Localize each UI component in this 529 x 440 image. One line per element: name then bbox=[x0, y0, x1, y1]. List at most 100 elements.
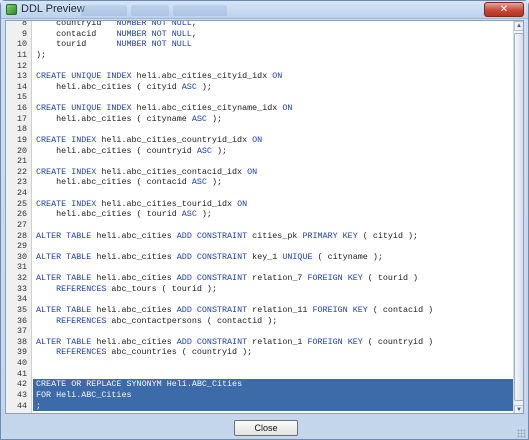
line-number: 31 bbox=[16, 262, 27, 273]
line-number: 36 bbox=[16, 315, 27, 326]
line-number: 21 bbox=[16, 156, 27, 167]
window-close-icon[interactable]: ✕ bbox=[484, 2, 524, 17]
code-line[interactable]: 31 bbox=[6, 262, 514, 273]
code-line[interactable]: 24 bbox=[6, 188, 514, 199]
scroll-up-arrow-icon[interactable]: ▲ bbox=[514, 21, 523, 31]
line-number: 16 bbox=[16, 103, 27, 113]
code-line[interactable]: 34 bbox=[6, 294, 514, 305]
line-code-text: heli.abc_cities ( tourid ASC ); bbox=[56, 209, 212, 220]
line-code-text: contacid NUMBER NOT NULL, bbox=[56, 28, 197, 39]
line-number: 28 bbox=[16, 230, 27, 241]
vertical-scrollbar[interactable]: ▲ ▼ bbox=[513, 21, 523, 413]
line-number: 38 bbox=[16, 336, 27, 347]
line-code-text: ALTER TABLE heli.abc_cities ADD CONSTRAI… bbox=[36, 251, 383, 262]
line-code-text: CREATE UNIQUE INDEX heli.abc_cities_city… bbox=[36, 103, 293, 113]
scroll-down-arrow-icon[interactable]: ▼ bbox=[514, 405, 523, 413]
code-line[interactable]: 25 CREATE INDEX heli.abc_cities_tourid_id… bbox=[6, 199, 514, 210]
code-line[interactable]: 27 bbox=[6, 220, 514, 231]
line-code-text: ALTER TABLE heli.abc_cities ADD CONSTRAI… bbox=[36, 273, 419, 283]
line-number: 27 bbox=[16, 219, 27, 230]
code-line[interactable]: 8 countryid NUMBER NOT NULL, bbox=[6, 21, 514, 29]
code-line[interactable]: 42 CREATE OR REPLACE SYNONYM Heli.ABC_Cit… bbox=[6, 379, 514, 390]
line-code-text: ALTER TABLE heli.abc_cities ADD CONSTRAI… bbox=[36, 230, 419, 241]
code-line[interactable]: 14 heli.abc_cities ( cityid ASC ); bbox=[6, 82, 514, 93]
line-number: 9 bbox=[21, 28, 27, 39]
line-number: 24 bbox=[16, 188, 27, 198]
code-line[interactable]: 43 FOR Heli.ABC_Cities bbox=[6, 389, 514, 401]
code-line[interactable]: 41 bbox=[6, 369, 514, 380]
line-code-text: ); bbox=[36, 49, 47, 60]
code-line[interactable]: 33 REFERENCES abc_tours ( tourid ); bbox=[6, 284, 514, 295]
line-number: 19 bbox=[16, 134, 27, 145]
line-number: 37 bbox=[16, 326, 27, 337]
code-line[interactable]: 44; bbox=[6, 400, 514, 412]
code-line[interactable]: 10 tourid NUMBER NOT NULL bbox=[6, 39, 514, 50]
line-number: 33 bbox=[16, 283, 27, 294]
code-line[interactable]: 29 bbox=[6, 241, 514, 252]
line-code-text: REFERENCES abc_contactpersons ( contacti… bbox=[56, 315, 278, 326]
code-line[interactable]: 26 heli.abc_cities ( tourid ASC ); bbox=[6, 209, 514, 220]
line-number: 35 bbox=[16, 304, 27, 315]
line-number: 32 bbox=[16, 273, 27, 283]
line-code-text: heli.abc_cities ( cityid ASC ); bbox=[56, 81, 212, 92]
code-line[interactable]: 38 ALTER TABLE heli.abc_cities ADD CONSTR… bbox=[6, 337, 514, 348]
line-code-text: FOR Heli.ABC_Cities bbox=[36, 389, 132, 400]
dialog-footer: Close bbox=[1, 415, 528, 440]
code-line[interactable]: 13 CREATE UNIQUE INDEX heli.abc_cities_ci… bbox=[6, 71, 514, 82]
line-number: 20 bbox=[16, 145, 27, 156]
line-code-text: CREATE OR REPLACE SYNONYM Heli.ABC_Citie… bbox=[36, 379, 243, 390]
line-number: 40 bbox=[16, 358, 27, 368]
code-line[interactable]: 20 heli.abc_cities ( countryid ASC ); bbox=[6, 146, 514, 157]
line-code-text: ; bbox=[36, 400, 42, 411]
line-number: 26 bbox=[16, 209, 27, 220]
code-line[interactable]: 18 bbox=[6, 124, 514, 135]
app-icon bbox=[6, 4, 17, 15]
line-code-text: CREATE INDEX heli.abc_cities_contacid_id… bbox=[36, 166, 258, 177]
line-code-text: CREATE INDEX heli.abc_cities_countryid_i… bbox=[36, 134, 263, 145]
line-code-text: heli.abc_cities ( countryid ASC ); bbox=[56, 145, 228, 156]
code-line[interactable]: 37 bbox=[6, 326, 514, 337]
code-line[interactable]: 12 bbox=[6, 61, 514, 72]
line-number: 17 bbox=[16, 113, 27, 124]
line-code-text: heli.abc_cities ( cityname ASC ); bbox=[56, 113, 223, 124]
ddl-preview-window: DDL Preview ✕ 8 countryid NUMBER NOT NUL… bbox=[0, 0, 529, 440]
code-lines: 8 countryid NUMBER NOT NULL, 9 contacid N… bbox=[6, 21, 514, 412]
code-line[interactable]: 28 ALTER TABLE heli.abc_cities ADD CONSTR… bbox=[6, 231, 514, 242]
line-code-text: CREATE INDEX heli.abc_cities_tourid_idx … bbox=[36, 198, 248, 209]
line-number: 13 bbox=[16, 71, 27, 82]
title-bar[interactable]: DDL Preview ✕ bbox=[1, 1, 528, 19]
line-number: 42 bbox=[6, 379, 30, 390]
code-line[interactable]: 11); bbox=[6, 50, 514, 61]
line-code-text: ALTER TABLE heli.abc_cities ADD CONSTRAI… bbox=[36, 304, 434, 315]
resize-grip-icon[interactable] bbox=[517, 429, 526, 438]
line-number: 39 bbox=[16, 347, 27, 358]
code-line[interactable]: 19 CREATE INDEX heli.abc_cities_countryid… bbox=[6, 135, 514, 146]
line-code-text: REFERENCES abc_tours ( tourid ); bbox=[56, 283, 217, 294]
code-line[interactable]: 39 REFERENCES abc_countries ( countryid … bbox=[6, 347, 514, 358]
code-line[interactable]: 23 heli.abc_cities ( contacid ASC ); bbox=[6, 177, 514, 188]
line-number: 11 bbox=[16, 49, 27, 60]
line-number: 10 bbox=[16, 39, 27, 50]
close-button[interactable]: Close bbox=[234, 420, 298, 436]
code-line[interactable]: 36 REFERENCES abc_contactpersons ( conta… bbox=[6, 316, 514, 327]
line-number: 12 bbox=[16, 60, 27, 71]
code-line[interactable]: 17 heli.abc_cities ( cityname ASC ); bbox=[6, 114, 514, 125]
code-line[interactable]: 32 ALTER TABLE heli.abc_cities ADD CONSTR… bbox=[6, 273, 514, 284]
line-code-text: tourid NUMBER NOT NULL bbox=[56, 39, 192, 50]
code-line[interactable]: 15 bbox=[6, 92, 514, 103]
code-line[interactable]: 16 CREATE UNIQUE INDEX heli.abc_cities_ci… bbox=[6, 103, 514, 114]
code-line[interactable]: 40 bbox=[6, 358, 514, 369]
line-number: 22 bbox=[16, 166, 27, 177]
line-number: 44 bbox=[6, 400, 30, 412]
line-code-text: heli.abc_cities ( contacid ASC ); bbox=[56, 177, 223, 188]
code-line[interactable]: 21 bbox=[6, 156, 514, 167]
line-number: 43 bbox=[6, 389, 30, 401]
line-number: 25 bbox=[16, 198, 27, 209]
code-line[interactable]: 35 ALTER TABLE heli.abc_cities ADD CONSTR… bbox=[6, 305, 514, 316]
code-line[interactable]: 22 CREATE INDEX heli.abc_cities_contacid_… bbox=[6, 167, 514, 178]
ddl-code-editor[interactable]: 8 countryid NUMBER NOT NULL, 9 contacid N… bbox=[5, 20, 524, 414]
scroll-thumb[interactable] bbox=[514, 33, 523, 401]
code-line[interactable]: 30 ALTER TABLE heli.abc_cities ADD CONSTR… bbox=[6, 252, 514, 263]
code-line[interactable]: 9 contacid NUMBER NOT NULL, bbox=[6, 29, 514, 40]
window-title: DDL Preview bbox=[21, 3, 85, 15]
